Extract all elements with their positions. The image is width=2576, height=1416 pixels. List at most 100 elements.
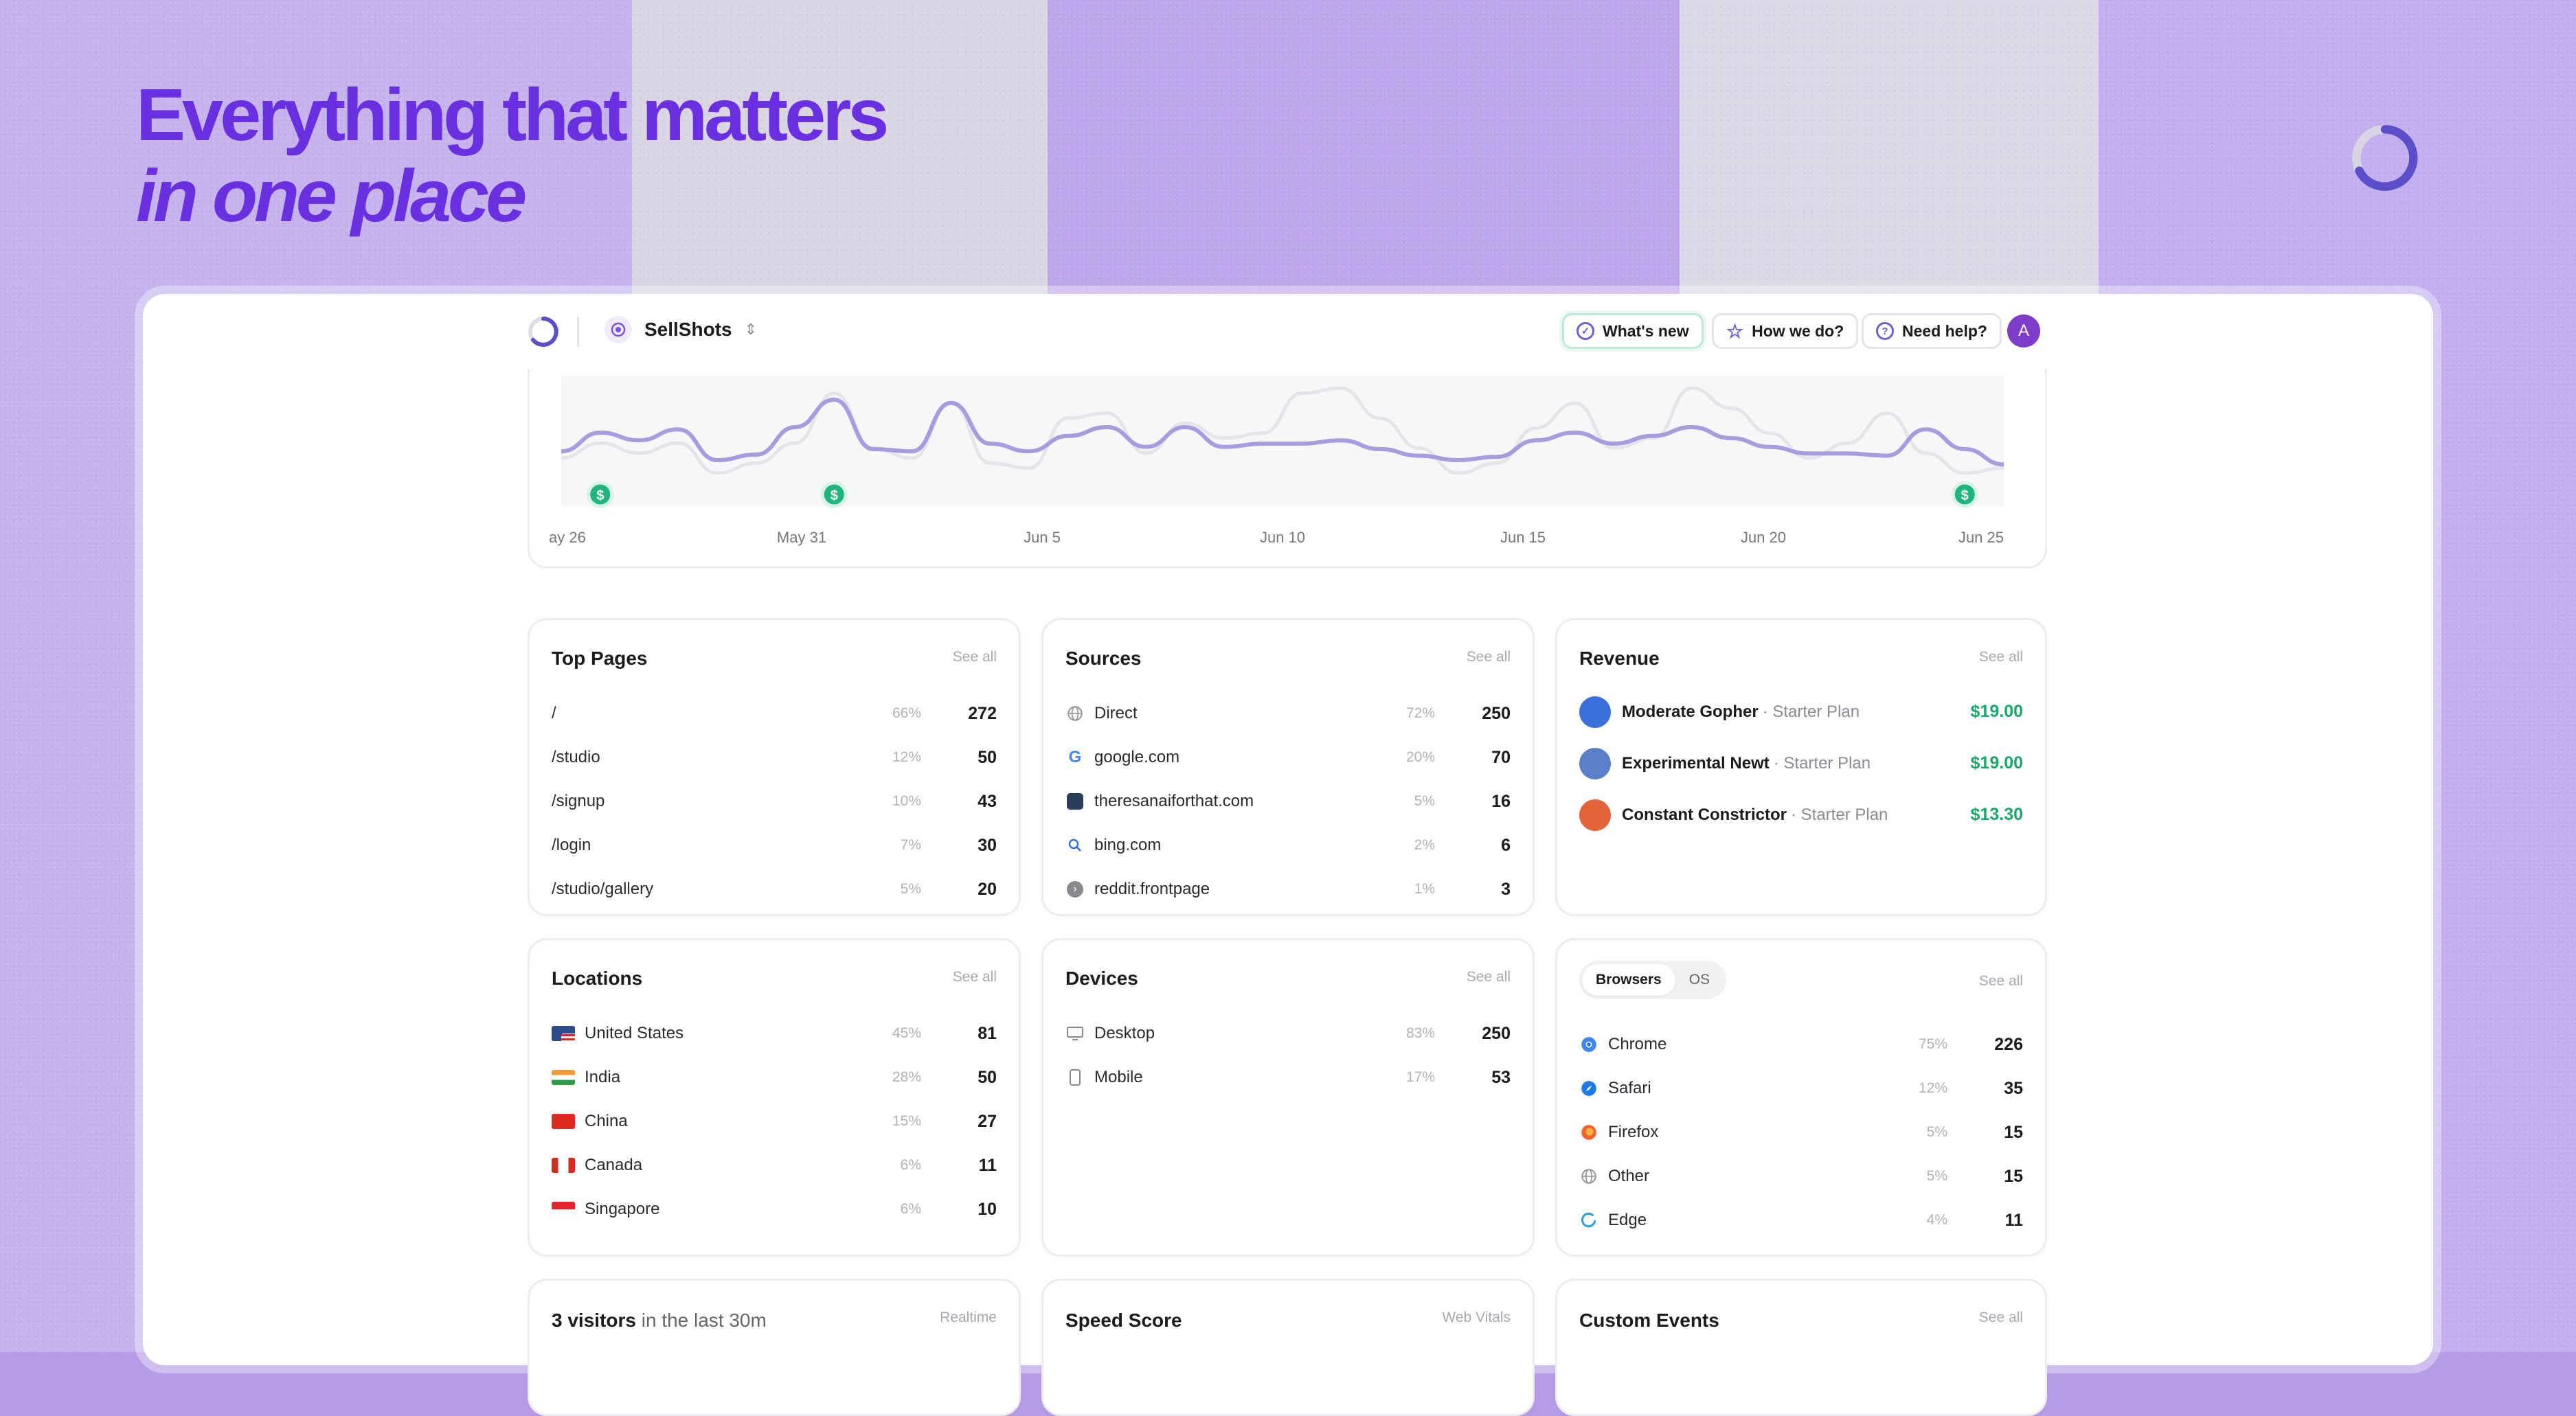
- country-name: China: [585, 1112, 628, 1130]
- list-item[interactable]: /studio 12% 50: [552, 735, 997, 779]
- star-icon: ☆: [1726, 320, 1744, 342]
- source-name: reddit.frontpage: [1094, 880, 1210, 898]
- revenue-see-all[interactable]: See all: [1979, 649, 2023, 665]
- globe-icon: [1065, 704, 1085, 723]
- revenue-title: Revenue: [1579, 648, 1660, 669]
- list-item[interactable]: China 15% 27: [552, 1099, 997, 1143]
- x-tick-label: Jun 20: [1741, 529, 1786, 546]
- x-tick-label: ay 26: [549, 529, 586, 546]
- percent: 6%: [900, 1201, 921, 1217]
- source-name: bing.com: [1094, 836, 1162, 854]
- count: 43: [978, 791, 997, 811]
- browser-name: Other: [1608, 1167, 1650, 1185]
- customer-name: Experimental Newt: [1622, 753, 1770, 773]
- count: 10: [978, 1199, 997, 1219]
- list-item[interactable]: › reddit.frontpage 1% 3: [1065, 867, 1511, 911]
- list-item[interactable]: Direct 72% 250: [1065, 692, 1511, 735]
- percent: 15%: [892, 1113, 921, 1129]
- web-vitals-tag[interactable]: Web Vitals: [1442, 1310, 1511, 1326]
- how-we-do-button[interactable]: ☆ How we do?: [1712, 313, 1859, 349]
- percent: 45%: [892, 1025, 921, 1041]
- percent: 5%: [1926, 1168, 1947, 1184]
- count: 27: [978, 1111, 997, 1131]
- x-tick-label: Jun 15: [1500, 529, 1546, 546]
- percent: 12%: [1918, 1080, 1947, 1096]
- devices-card: Devices See all Desktop 83% 250 Mobile 17% 5…: [1041, 938, 1535, 1257]
- list-item[interactable]: /studio/gallery 5% 20: [552, 867, 997, 911]
- count: 6: [1501, 835, 1511, 855]
- site-switcher[interactable]: SellShots ⇕: [605, 316, 757, 343]
- list-item[interactable]: Moderate Gopher · Starter Plan $19.00: [1579, 686, 2023, 738]
- devices-list: Desktop 83% 250 Mobile 17% 53: [1065, 1012, 1511, 1099]
- source-name: google.com: [1094, 748, 1180, 766]
- tab-os[interactable]: OS: [1675, 964, 1724, 996]
- list-item[interactable]: Mobile 17% 53: [1065, 1055, 1511, 1099]
- count: 70: [1491, 747, 1511, 767]
- india-flag-icon: [552, 1070, 575, 1085]
- amount: $13.30: [1970, 805, 2023, 824]
- x-tick-label: May 31: [777, 529, 826, 546]
- sources-list: Direct 72% 250 Ggoogle.com 20% 70 theresanai…: [1065, 692, 1511, 911]
- list-item[interactable]: Safari 12% 35: [1579, 1066, 2023, 1110]
- list-item[interactable]: /login 7% 30: [552, 823, 997, 867]
- device-name: Mobile: [1094, 1068, 1143, 1086]
- browsers-see-all[interactable]: See all: [1979, 973, 2023, 990]
- list-item[interactable]: Chrome 75% 226: [1579, 1023, 2023, 1066]
- list-item[interactable]: / 66% 272: [552, 692, 997, 735]
- visitor-count: 3 visitors: [552, 1310, 636, 1331]
- source-name: theresanaiforthat.com: [1094, 792, 1254, 810]
- user-avatar[interactable]: A: [2007, 315, 2040, 347]
- list-item[interactable]: India 28% 50: [552, 1055, 997, 1099]
- locations-list: United States 45% 81 India 28% 50 China 15% 27…: [552, 1012, 997, 1231]
- how-we-do-label: How we do?: [1752, 321, 1844, 340]
- whats-new-button[interactable]: ✓ What's new: [1562, 313, 1704, 349]
- sources-see-all[interactable]: See all: [1467, 649, 1511, 665]
- top-pages-see-all[interactable]: See all: [953, 649, 997, 665]
- locations-see-all[interactable]: See all: [953, 969, 997, 985]
- list-item[interactable]: Singapore 6% 10: [552, 1187, 997, 1231]
- percent: 83%: [1405, 1025, 1435, 1041]
- list-item[interactable]: Canada 6% 11: [552, 1143, 997, 1187]
- percent: 5%: [1414, 793, 1435, 809]
- app-logo-icon[interactable]: [526, 315, 561, 349]
- percent: 28%: [892, 1069, 921, 1085]
- percent: 7%: [900, 837, 921, 853]
- list-item[interactable]: Constant Constrictor · Starter Plan $13.30: [1579, 789, 2023, 841]
- list-item[interactable]: /signup 10% 43: [552, 779, 997, 823]
- percent: 20%: [1405, 749, 1435, 765]
- help-icon: ?: [1876, 322, 1894, 340]
- list-item[interactable]: Firefox 5% 15: [1579, 1110, 2023, 1154]
- list-item[interactable]: Ggoogle.com 20% 70: [1065, 735, 1511, 779]
- count: 30: [978, 835, 997, 855]
- count: 81: [978, 1023, 997, 1043]
- page-path: /studio/gallery: [552, 880, 654, 898]
- list-item[interactable]: Experimental Newt · Starter Plan $19.00: [1579, 738, 2023, 789]
- browsers-list: Chrome 75% 226 Safari 12% 35 Firefox 5% 15 Oth…: [1579, 1023, 2023, 1242]
- page-path: /studio: [552, 748, 600, 766]
- country-name: Singapore: [585, 1200, 660, 1218]
- count: 250: [1482, 703, 1511, 723]
- devices-see-all[interactable]: See all: [1467, 969, 1511, 985]
- speed-score-title: Speed Score: [1065, 1310, 1182, 1331]
- percent: 4%: [1926, 1212, 1947, 1228]
- realtime-title: 3 visitors in the last 30m: [552, 1310, 767, 1332]
- list-item[interactable]: theresanaiforthat.com 5% 16: [1065, 779, 1511, 823]
- need-help-button[interactable]: ? Need help?: [1862, 313, 2002, 349]
- page-path: /: [552, 704, 556, 722]
- app-window: SellShots ⇕ ✓ What's new ☆ How we do? ? …: [143, 294, 2433, 1416]
- custom-events-see-all[interactable]: See all: [1979, 1310, 2023, 1326]
- list-item[interactable]: bing.com 2% 6: [1065, 823, 1511, 867]
- tab-browsers[interactable]: Browsers: [1582, 964, 1675, 996]
- list-item[interactable]: United States 45% 81: [552, 1012, 997, 1055]
- page-path: /login: [552, 836, 591, 854]
- realtime-tag[interactable]: Realtime: [940, 1310, 997, 1326]
- top-pages-title: Top Pages: [552, 648, 648, 669]
- check-circle-icon: ✓: [1577, 322, 1594, 340]
- browsers-card: Browsers OS See all Chrome 75% 226 Safari 1…: [1555, 938, 2047, 1257]
- realtime-card: 3 visitors in the last 30m Realtime: [528, 1279, 1021, 1416]
- list-item[interactable]: Other 5% 15: [1579, 1154, 2023, 1198]
- list-item[interactable]: Desktop 83% 250: [1065, 1012, 1511, 1055]
- list-item[interactable]: Edge 4% 11: [1579, 1198, 2023, 1242]
- plan-name: · Starter Plan: [1791, 805, 1888, 824]
- devices-title: Devices: [1065, 968, 1138, 989]
